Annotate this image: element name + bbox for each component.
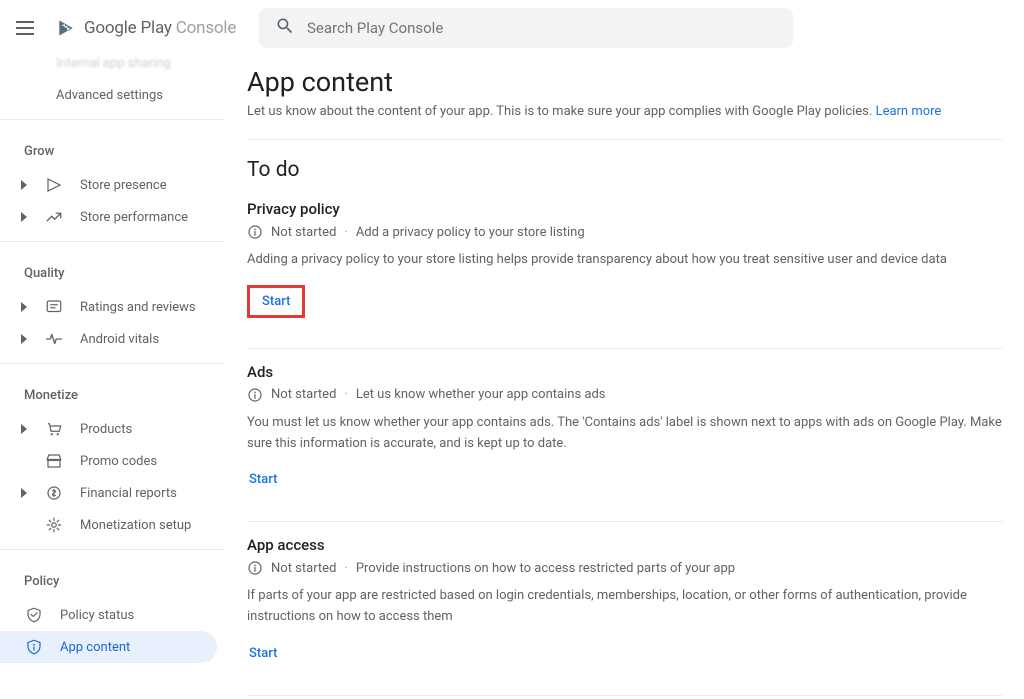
- reviews-icon: [44, 297, 64, 317]
- shield-check-icon: [24, 605, 44, 625]
- card-ads: Ads Not started · Let us know whether yo…: [247, 363, 1002, 508]
- separator-dot: ·: [344, 561, 347, 576]
- money-icon: [44, 483, 64, 503]
- top-bar: Google Play Console: [0, 0, 1024, 56]
- divider: [0, 119, 225, 120]
- status-hint: Add a privacy policy to your store listi…: [356, 225, 585, 240]
- cart-icon: [44, 419, 64, 439]
- sidebar-item-store-performance[interactable]: Store performance: [0, 201, 225, 233]
- divider: [0, 363, 225, 364]
- sidebar-item-label: Policy status: [60, 608, 134, 623]
- divider: [247, 521, 1002, 522]
- divider: [0, 549, 225, 550]
- page-subtitle: Let us know about the content of your ap…: [247, 104, 1002, 119]
- sidebar-item-financial-reports[interactable]: Financial reports: [0, 477, 225, 509]
- main-content: App content Let us know about the conten…: [225, 56, 1024, 699]
- sidebar-item-label: Financial reports: [80, 486, 177, 501]
- card-description: If parts of your app are restricted base…: [247, 586, 1002, 628]
- start-button[interactable]: Start: [247, 642, 279, 665]
- sidebar-item-promo-codes[interactable]: Promo codes: [0, 445, 225, 477]
- start-button[interactable]: Start: [247, 468, 279, 491]
- sidebar-item-label: Monetization setup: [80, 518, 191, 533]
- status-text: Not started: [271, 225, 336, 240]
- status-row: Not started · Provide instructions on ho…: [247, 560, 1002, 576]
- info-icon: [247, 560, 263, 576]
- search-bar[interactable]: [259, 8, 793, 48]
- sidebar: Internal app sharing Advanced settings G…: [0, 56, 225, 699]
- status-row: Not started · Add a privacy policy to yo…: [247, 224, 1002, 240]
- search-icon: [275, 16, 295, 40]
- chevron-right-icon: [20, 302, 28, 312]
- divider: [247, 695, 1002, 696]
- sidebar-item-label: Products: [80, 422, 132, 437]
- card-title: Privacy policy: [247, 200, 1002, 218]
- logo[interactable]: Google Play Console: [56, 18, 236, 38]
- card-title: Ads: [247, 363, 1002, 381]
- search-input[interactable]: [307, 19, 777, 37]
- sidebar-heading-policy: Policy: [0, 558, 225, 599]
- sidebar-item-label: Ratings and reviews: [80, 300, 196, 315]
- sidebar-item-label: Store performance: [80, 210, 188, 225]
- chevron-right-icon: [20, 180, 28, 190]
- sidebar-item-app-content[interactable]: App content: [0, 631, 217, 663]
- card-description: You must let us know whether your app co…: [247, 413, 1002, 455]
- divider: [247, 139, 1002, 140]
- sidebar-item-label: App content: [60, 640, 130, 655]
- card-title: App access: [247, 536, 1002, 554]
- card-app-access: App access Not started · Provide instruc…: [247, 536, 1002, 681]
- separator-dot: ·: [344, 387, 347, 402]
- status-text: Not started: [271, 387, 336, 402]
- todo-heading: To do: [247, 158, 1002, 182]
- sidebar-item-advanced-settings[interactable]: Advanced settings: [0, 79, 225, 111]
- chevron-right-icon: [20, 424, 28, 434]
- sidebar-heading-quality: Quality: [0, 250, 225, 291]
- highlight-annotation: Start: [247, 285, 305, 318]
- status-hint: Let us know whether your app contains ad…: [356, 387, 606, 402]
- sidebar-item-policy-status[interactable]: Policy status: [0, 599, 225, 631]
- chevron-right-icon: [20, 488, 28, 498]
- sidebar-item-truncated: Internal app sharing: [0, 56, 225, 79]
- page-title: App content: [247, 66, 1002, 98]
- store-presence-icon: [44, 175, 64, 195]
- chevron-right-icon: [20, 334, 28, 344]
- menu-icon[interactable]: [16, 16, 40, 40]
- separator-dot: ·: [344, 225, 347, 240]
- sidebar-item-products[interactable]: Products: [0, 413, 225, 445]
- logo-text: Google Play Console: [84, 18, 236, 38]
- sidebar-item-label: Android vitals: [80, 332, 159, 347]
- card-privacy-policy: Privacy policy Not started · Add a priva…: [247, 200, 1002, 334]
- status-text: Not started: [271, 561, 336, 576]
- learn-more-link[interactable]: Learn more: [876, 104, 942, 119]
- sidebar-item-ratings-reviews[interactable]: Ratings and reviews: [0, 291, 225, 323]
- sidebar-item-android-vitals[interactable]: Android vitals: [0, 323, 225, 355]
- sidebar-heading-grow: Grow: [0, 128, 225, 169]
- gear-icon: [44, 515, 64, 535]
- chevron-right-icon: [20, 212, 28, 222]
- divider: [247, 348, 1002, 349]
- sidebar-item-monetization-setup[interactable]: Monetization setup: [0, 509, 225, 541]
- storefront-icon: [44, 451, 64, 471]
- sidebar-item-store-presence[interactable]: Store presence: [0, 169, 225, 201]
- sidebar-heading-monetize: Monetize: [0, 372, 225, 413]
- info-icon: [247, 387, 263, 403]
- trending-up-icon: [44, 207, 64, 227]
- status-hint: Provide instructions on how to access re…: [356, 561, 735, 576]
- sidebar-item-label: Store presence: [80, 178, 167, 193]
- shield-info-icon: [24, 637, 44, 657]
- divider: [0, 241, 225, 242]
- play-triangle-icon: [56, 18, 76, 38]
- start-button[interactable]: Start: [260, 290, 292, 313]
- sidebar-item-label: Promo codes: [80, 454, 157, 469]
- status-row: Not started · Let us know whether your a…: [247, 387, 1002, 403]
- info-icon: [247, 224, 263, 240]
- vitals-icon: [44, 329, 64, 349]
- card-description: Adding a privacy policy to your store li…: [247, 250, 1002, 271]
